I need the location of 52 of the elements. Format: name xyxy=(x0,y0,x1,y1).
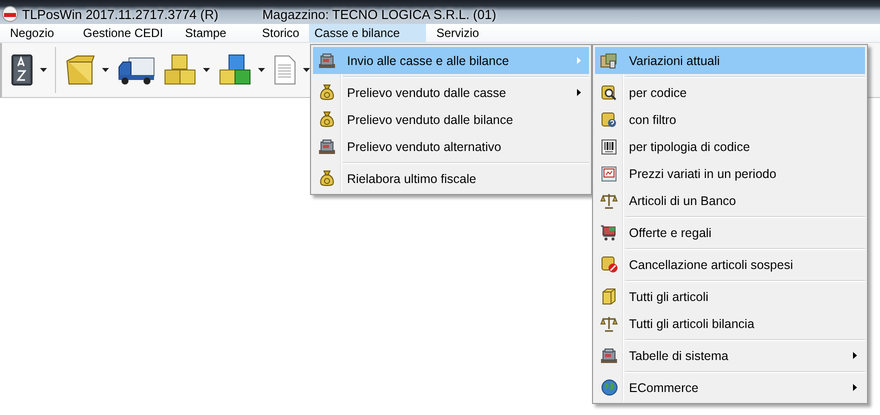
menu-item[interactable]: Servizio xyxy=(426,24,490,42)
menu-item[interactable]: Articoli di un Banco xyxy=(595,187,865,214)
barcode-icon xyxy=(601,138,617,154)
globe-icon xyxy=(600,379,618,396)
menu-item[interactable]: Stampe xyxy=(175,24,252,42)
menu-item[interactable]: Prezzi variati in un periodo xyxy=(595,160,865,187)
box-icon xyxy=(602,288,616,305)
cash-register-icon xyxy=(600,348,618,364)
colored-cubes-icon[interactable] xyxy=(218,53,252,87)
menu-item[interactable]: Rielabora ultimo fiscale xyxy=(313,165,589,192)
dropdown-arrow-icon[interactable] xyxy=(203,68,210,72)
window-title: TLPosWin 2017.11.2717.3774 (R) xyxy=(22,6,218,22)
menu-item[interactable]: ECommerce xyxy=(595,374,865,401)
money-bag-icon xyxy=(320,111,334,128)
money-bag-icon xyxy=(320,170,334,187)
box-cancel-icon xyxy=(600,256,618,273)
document-icon[interactable] xyxy=(273,55,297,85)
app-logo-icon xyxy=(2,6,18,22)
box-search-icon xyxy=(601,84,617,101)
scale-icon xyxy=(600,192,618,209)
menu-item[interactable]: Offerte e regali xyxy=(595,219,865,246)
menu-item[interactable]: Invio alle casse e alle bilance xyxy=(313,47,589,74)
dropdown-arrow-icon[interactable] xyxy=(40,68,47,72)
menu-item[interactable]: per tipologia di codice xyxy=(595,133,865,160)
menu-item[interactable]: Prelievo venduto alternativo xyxy=(313,133,589,160)
shopping-cart-icon xyxy=(600,224,618,240)
box-icon[interactable] xyxy=(64,53,96,87)
menu-item[interactable]: con filtro xyxy=(595,106,865,133)
menu-item[interactable]: Variazioni attuali xyxy=(595,47,865,74)
menu-item[interactable]: Casse e bilance xyxy=(309,24,426,42)
price-chart-icon xyxy=(601,166,617,182)
money-bag-icon xyxy=(320,84,334,101)
menu-item[interactable]: Tutti gli articoli bilancia xyxy=(595,310,865,337)
menu-item[interactable]: per codice xyxy=(595,79,865,106)
menu-item[interactable]: Tutti gli articoli xyxy=(595,283,865,310)
menu-item[interactable]: Tabelle di sistema xyxy=(595,342,865,369)
menu-item[interactable]: Prelievo venduto dalle casse xyxy=(313,79,589,106)
menu-item[interactable]: Storico xyxy=(252,24,310,42)
scale-icon xyxy=(600,315,618,332)
dropdown-arrow-icon[interactable] xyxy=(303,68,310,72)
menu-item[interactable]: Negozio xyxy=(0,24,73,42)
menu-item[interactable]: Prelievo venduto dalle bilance xyxy=(313,106,589,133)
cash-register-icon xyxy=(318,138,336,154)
dropdown-arrow-icon[interactable] xyxy=(102,68,109,72)
cash-register-icon xyxy=(318,52,336,68)
warehouse-label: Magazzino: TECNO LOGICA S.R.L. (01) xyxy=(262,6,496,22)
cubes-icon[interactable] xyxy=(163,53,197,87)
menu-item[interactable]: Cancellazione articoli sospesi xyxy=(595,251,865,278)
book-icon[interactable] xyxy=(10,53,34,87)
box-question-icon xyxy=(601,111,617,128)
menu-item[interactable]: Gestione CEDI xyxy=(73,24,175,42)
dropdown-arrow-icon[interactable] xyxy=(258,68,265,72)
